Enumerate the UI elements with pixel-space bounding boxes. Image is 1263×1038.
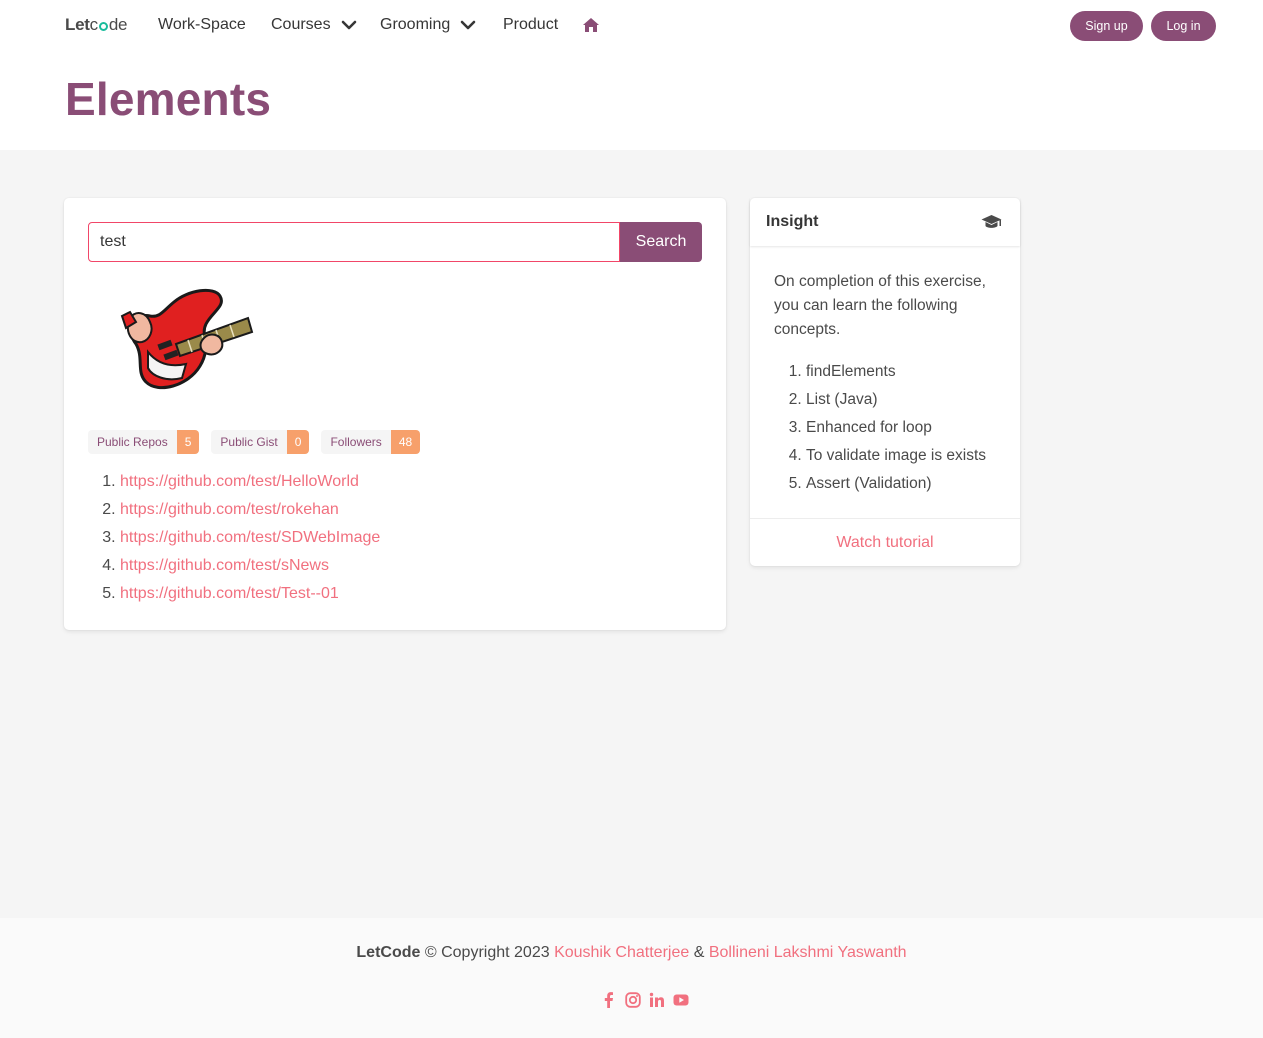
stat-public-repos: Public Repos 5 bbox=[88, 430, 200, 454]
list-item: https://github.com/test/rokehan bbox=[120, 496, 380, 524]
concept-list: findElements List (Java) Enhanced for lo… bbox=[774, 358, 1000, 498]
nav-item-label: Grooming bbox=[380, 16, 451, 33]
guitar-avatar-image bbox=[120, 288, 254, 390]
stat-count: 5 bbox=[176, 430, 200, 454]
list-item: https://github.com/test/sNews bbox=[120, 552, 380, 580]
nav-item-label: Work-Space bbox=[158, 16, 246, 33]
stat-label: Public Repos bbox=[88, 430, 177, 454]
insight-card: Insight On completion of this exercise, … bbox=[750, 198, 1020, 566]
search-button[interactable]: Search bbox=[620, 222, 702, 262]
brand-logo-de: de bbox=[108, 15, 128, 34]
author-link-koushik[interactable]: Koushik Chatterjee bbox=[554, 944, 689, 961]
list-item: findElements bbox=[806, 358, 1000, 386]
list-item: To validate image is exists bbox=[806, 442, 1000, 470]
repo-link[interactable]: https://github.com/test/rokehan bbox=[120, 501, 339, 518]
repo-link[interactable]: https://github.com/test/sNews bbox=[120, 557, 329, 574]
list-item: https://github.com/test/HelloWorld bbox=[120, 468, 380, 496]
nav-item-label: Product bbox=[503, 16, 559, 33]
graduation-cap-icon bbox=[981, 215, 1002, 228]
brand-logo[interactable]: Let c de bbox=[65, 15, 127, 35]
stat-followers: Followers 48 bbox=[321, 430, 421, 454]
insight-header: Insight bbox=[750, 198, 1020, 246]
brand-logo-c: c bbox=[89, 15, 99, 34]
list-item: List (Java) bbox=[806, 386, 1000, 414]
nav-item-grooming[interactable]: Grooming bbox=[380, 16, 476, 34]
footer: LetCode © Copyright 2023 Koushik Chatter… bbox=[0, 918, 1263, 1038]
hero-section: Elements bbox=[0, 52, 1263, 150]
search-card: Search Public Repos 5 Publ bbox=[64, 198, 726, 630]
list-item: https://github.com/test/SDWebImage bbox=[120, 524, 380, 552]
page-title: Elements bbox=[65, 73, 272, 125]
brand-logo-bold: Let bbox=[65, 15, 90, 34]
chevron-down-icon bbox=[341, 20, 356, 30]
stat-public-gist: Public Gist 0 bbox=[211, 430, 310, 454]
list-item: Enhanced for loop bbox=[806, 414, 1000, 442]
nav-item-product[interactable]: Product bbox=[503, 16, 558, 34]
youtube-icon[interactable] bbox=[673, 992, 689, 1008]
chevron-down-icon bbox=[460, 20, 476, 30]
profile-stats: Public Repos 5 Public Gist 0 Followers 4… bbox=[88, 430, 432, 454]
home-icon[interactable] bbox=[582, 17, 600, 33]
author-link-bollineni[interactable]: Bollineni Lakshmi Yaswanth bbox=[709, 944, 907, 961]
nav-item-work-space[interactable]: Work-Space bbox=[158, 16, 246, 34]
insight-intro: On completion of this exercise, you can … bbox=[774, 273, 986, 338]
linkedin-icon[interactable] bbox=[649, 992, 665, 1008]
footer-ampersand: & bbox=[693, 944, 705, 961]
stat-count: 0 bbox=[286, 430, 310, 454]
nav-item-courses[interactable]: Courses bbox=[271, 16, 357, 34]
insight-footer: Watch tutorial bbox=[750, 518, 1020, 567]
repo-list: https://github.com/test/HelloWorld https… bbox=[88, 468, 380, 608]
nav-item-label: Courses bbox=[271, 16, 331, 33]
stat-label: Followers bbox=[321, 430, 391, 454]
insight-body: On completion of this exercise, you can … bbox=[774, 270, 1000, 498]
insight-title: Insight bbox=[766, 213, 819, 230]
repo-link[interactable]: https://github.com/test/Test--01 bbox=[120, 585, 339, 602]
sign-up-button[interactable]: Sign up bbox=[1070, 11, 1143, 41]
navbar: Let c de Work-Space Courses Grooming Pro… bbox=[0, 0, 1263, 52]
search-input[interactable] bbox=[88, 222, 620, 262]
stat-count: 48 bbox=[390, 430, 421, 454]
repo-link[interactable]: https://github.com/test/SDWebImage bbox=[120, 529, 380, 546]
stat-label: Public Gist bbox=[211, 430, 287, 454]
list-item: https://github.com/test/Test--01 bbox=[120, 580, 380, 608]
footer-copyright: LetCode © Copyright 2023 Koushik Chatter… bbox=[0, 944, 1263, 962]
watch-tutorial-link[interactable]: Watch tutorial bbox=[836, 534, 933, 552]
main-section: Search Public Repos 5 Publ bbox=[0, 150, 1263, 918]
instagram-icon[interactable] bbox=[624, 992, 641, 1008]
log-in-button[interactable]: Log in bbox=[1151, 11, 1216, 41]
footer-brand: LetCode bbox=[356, 944, 421, 961]
footer-copyright-text: © Copyright 2023 bbox=[424, 944, 550, 961]
list-item: Assert (Validation) bbox=[806, 470, 1000, 498]
social-links bbox=[0, 992, 1263, 1008]
repo-link[interactable]: https://github.com/test/HelloWorld bbox=[120, 473, 359, 490]
brand-logo-dot-icon bbox=[98, 21, 108, 31]
facebook-icon[interactable] bbox=[601, 992, 617, 1008]
